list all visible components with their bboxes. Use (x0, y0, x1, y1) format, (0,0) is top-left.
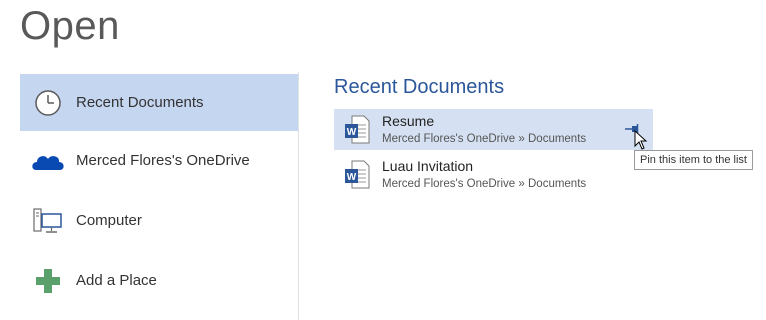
recent-document-item[interactable]: W Luau Invitation Merced Flores's OneDri… (334, 154, 653, 195)
word-document-icon: W (344, 160, 370, 195)
svg-text:W: W (347, 172, 357, 183)
computer-icon (20, 206, 76, 236)
place-add-a-place[interactable]: Add a Place (20, 252, 298, 309)
place-computer[interactable]: Computer (20, 192, 298, 249)
onedrive-cloud-icon (20, 149, 76, 173)
section-title: Recent Documents (334, 76, 505, 98)
document-name: Resume (382, 113, 435, 129)
place-onedrive[interactable]: Merced Flores's OneDrive (20, 132, 298, 189)
plus-icon (20, 267, 76, 295)
place-label: Add a Place (76, 272, 157, 289)
document-name: Luau Invitation (382, 158, 474, 174)
place-label: Computer (76, 212, 142, 229)
recent-document-item[interactable]: W Resume Merced Flores's OneDrive » Docu… (334, 109, 653, 150)
document-path: Merced Flores's OneDrive » Documents (382, 133, 587, 145)
clock-icon (20, 88, 76, 118)
document-path: Merced Flores's OneDrive » Documents (382, 178, 587, 190)
place-label: Recent Documents (76, 94, 204, 111)
places-sidebar: Recent Documents Merced Flores's OneDriv… (20, 72, 299, 320)
word-document-icon: W (344, 115, 370, 150)
open-backstage-page: Open Recent Documents Merced Flores's On… (0, 0, 766, 320)
pin-tooltip: Pin this item to the list (634, 150, 753, 170)
place-label: Merced Flores's OneDrive (76, 152, 250, 169)
recent-documents-panel: Recent Documents W Resume Merced Flores'… (334, 72, 754, 320)
place-recent-documents[interactable]: Recent Documents (20, 74, 298, 131)
svg-text:W: W (347, 127, 357, 138)
page-title: Open (20, 4, 120, 48)
